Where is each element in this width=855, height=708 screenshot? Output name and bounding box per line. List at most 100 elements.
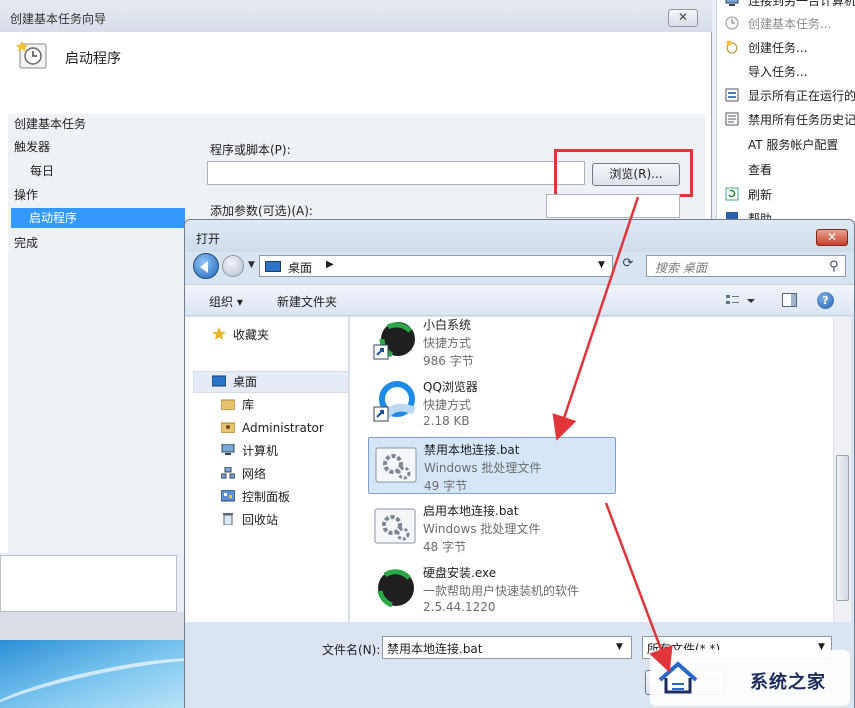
filename-label: 文件名(N): [322,643,381,657]
nav-administrator[interactable]: Administrator [220,418,324,438]
address-text[interactable]: 桌面 [288,259,312,276]
refresh-icon [725,186,739,201]
control-panel-icon [220,488,236,502]
star-icon [212,326,226,340]
file-item-enable-connection[interactable]: 启用本地连接.bat Windows 批处理文件 48 字节 [368,499,616,556]
qq-browser-icon [372,379,418,425]
background-panel [0,555,177,612]
history-icon [725,111,739,126]
file-size: 986 字节 [423,354,474,368]
nav-label: 桌面 [233,375,258,389]
action-label: 创建任务... [748,41,808,55]
action-label: 显示所有正在运行的任务 [748,89,855,103]
nav-trigger[interactable]: 触发器 [14,137,50,157]
dialog-titlebar: 打开 ✕ [185,220,854,252]
forward-button[interactable] [222,255,244,277]
action-refresh[interactable]: 刷新 [725,184,772,206]
highlight-box [554,149,693,197]
nav-desktop[interactable]: 桌面 [211,372,258,392]
search-input[interactable]: 搜索 桌面 ⚲ [646,255,846,277]
file-item-xiaobai[interactable]: 小白系统 快捷方式 986 字节 [368,317,616,370]
close-icon: ✕ [677,10,689,24]
nav-label: Administrator [242,421,324,435]
task-wizard-icon [725,15,739,30]
file-size: 2.5.44.1220 [423,600,496,614]
program-input[interactable] [207,161,585,185]
view-options-button[interactable] [725,292,757,310]
nav-libraries[interactable]: 库 [220,395,255,415]
program-label: 程序或脚本(P): [210,143,291,157]
action-import-task[interactable]: 导入任务... [725,61,807,83]
nav-recycle-bin[interactable]: 回收站 [221,510,278,530]
nav-start-program[interactable]: 启动程序 [11,208,185,228]
address-bar[interactable]: 桌面 ▶ ▼ [259,255,613,277]
nav-daily[interactable]: 每日 [30,161,54,181]
action-connect-computer[interactable]: 连接到另一台计算机 [725,0,855,12]
action-label: 导入任务... [748,65,808,79]
file-size: 49 字节 [424,479,468,493]
file-type: 一款帮助用户快速装机的软件 [423,584,580,598]
action-label: 连接到另一台计算机 [748,0,855,8]
file-type: 快捷方式 [423,336,472,350]
wizard-close-button[interactable]: ✕ [668,9,698,27]
action-show-running[interactable]: 显示所有正在运行的任务 [725,85,855,107]
batch-file-icon [372,503,418,549]
nav-create-basic-task[interactable]: 创建基本任务 [14,114,86,134]
site-watermark: 系统之家 [650,650,850,706]
action-pane: 连接到另一台计算机 创建基本任务... 创建任务... 导入任务... 显示所有… [716,0,855,230]
nav-favorites[interactable]: 收藏夹 [212,325,269,345]
search-icon[interactable]: ⚲ [829,259,839,274]
file-item-qq-browser[interactable]: QQ浏览器 快捷方式 2.18 KB [368,375,616,432]
refresh-button[interactable]: ⟳ [617,256,639,276]
scrollbar-thumb[interactable] [836,455,849,601]
action-create-basic-task[interactable]: 创建基本任务... [725,13,831,35]
refresh-icon: ⟳ [622,256,634,271]
file-list-scrollbar[interactable] [833,317,851,622]
nav-finish[interactable]: 完成 [14,233,38,253]
computer-icon [221,442,235,455]
organize-button[interactable]: 组织 ▾ [209,293,243,310]
file-list: 小白系统 快捷方式 986 字节 QQ浏览器 快捷方式 2.18 KB 禁用本地… [350,317,833,622]
file-item-disk-install[interactable]: 硬盘安装.exe 一款帮助用户快速装机的软件 2.5.44.1220 [368,561,616,618]
action-create-task[interactable]: 创建任务... [725,37,807,59]
nav-computer[interactable]: 计算机 [221,441,278,461]
nav-label: 库 [242,398,255,412]
action-label: 禁用所有任务历史记录 [748,113,855,127]
help-button[interactable]: ? [817,292,834,309]
nav-network[interactable]: 网络 [220,464,266,484]
action-disable-history[interactable]: 禁用所有任务历史记录 [725,109,855,131]
desktop-wallpaper [0,640,185,708]
action-view[interactable]: 查看 [725,159,772,181]
nav-action[interactable]: 操作 [14,185,38,205]
nav-start-program-label: 启动程序 [29,211,78,225]
back-arrow-icon [200,261,208,273]
args-label: 添加参数(可选)(A): [210,204,313,218]
back-button[interactable] [193,253,219,279]
args-input[interactable] [546,194,680,218]
nav-label: 回收站 [242,513,279,527]
chevron-down-icon[interactable]: ▼ [598,260,605,270]
file-item-disable-connection[interactable]: 禁用本地连接.bat Windows 批处理文件 49 字节 [368,437,616,494]
running-tasks-icon [725,87,739,102]
chevron-right-icon[interactable]: ▶ [326,259,334,270]
help-icon: ? [822,294,829,307]
close-icon: ✕ [826,230,838,244]
new-folder-button[interactable]: 新建文件夹 [277,293,337,310]
chevron-down-icon[interactable]: ▼ [616,642,623,652]
file-size: 48 字节 [423,540,467,554]
action-label: 刷新 [748,188,773,202]
xiaobai-shortcut-icon [372,317,418,363]
desktop-icon [211,373,227,387]
computer-icon [725,0,739,6]
nav-control-panel[interactable]: 控制面板 [220,487,291,507]
dialog-title: 打开 [196,232,221,246]
dialog-close-button[interactable]: ✕ [816,229,848,246]
preview-pane-button[interactable] [782,293,797,307]
background-strip [0,612,185,640]
batch-file-icon [373,442,419,488]
filename-input[interactable]: 禁用本地连接.bat ▼ [382,636,632,659]
action-at-service[interactable]: AT 服务帐户配置 [725,134,838,156]
history-dropdown-icon[interactable]: ▼ [248,260,255,270]
nav-label: 控制面板 [242,490,291,504]
wizard-step-nav: 创建基本任务 触发器 每日 操作 启动程序 完成 [8,114,185,553]
